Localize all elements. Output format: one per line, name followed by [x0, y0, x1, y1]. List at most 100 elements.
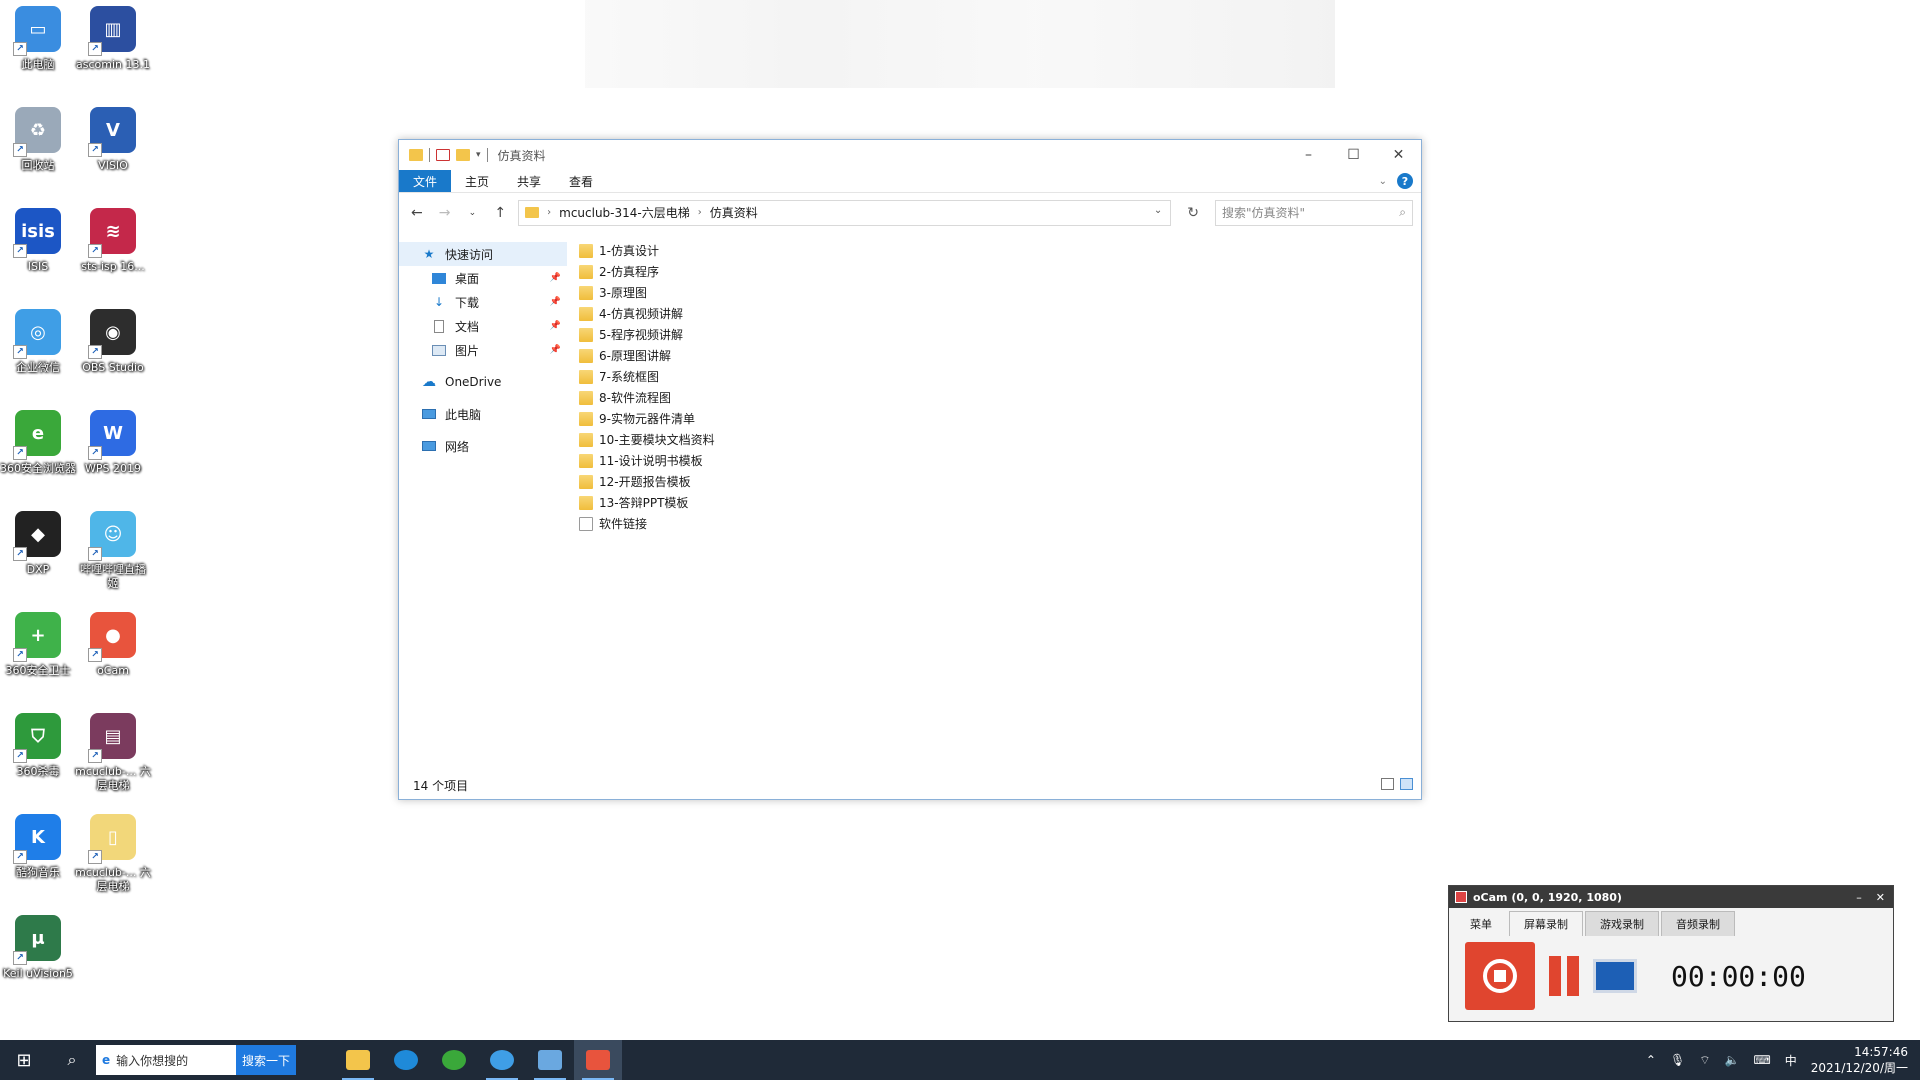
desktop-shortcut[interactable]: ♻ 回收站 [0, 107, 76, 173]
desktop-shortcut[interactable]: ▥ ascomin 13.1 [75, 6, 151, 72]
taskbar-ocam[interactable] [574, 1040, 623, 1080]
breadcrumb-item[interactable]: 仿真资料 [710, 204, 758, 221]
file-row[interactable]: 13-答辩PPT模板 [579, 492, 1409, 513]
taskbar-edge[interactable] [382, 1040, 430, 1080]
desktop-shortcut[interactable]: K 酷狗音乐 [0, 814, 76, 880]
nav-item-downloads[interactable]: ↓ 下载 📌 [399, 290, 567, 314]
expand-ribbon-icon[interactable]: ⌄ [1379, 176, 1387, 187]
microphone-icon[interactable]: 🎙 [1670, 1053, 1685, 1067]
desktop-shortcut[interactable]: ▤mcuclub-... 六层电梯 [75, 713, 151, 793]
folder-icon [579, 474, 593, 489]
taskbar-search-input[interactable]: e 输入你想搜的 [96, 1045, 236, 1075]
ocam-menu-tab[interactable]: 菜单 [1455, 911, 1507, 936]
large-icons-view-icon[interactable] [1400, 778, 1413, 790]
capture-screen-button[interactable] [1593, 959, 1637, 993]
minimize-button[interactable]: – [1286, 140, 1331, 170]
desktop-shortcut[interactable]: ◎ 企业微信 [0, 309, 76, 375]
recent-locations-icon[interactable]: ⌄ [463, 208, 483, 218]
nav-item-desktop[interactable]: 桌面 📌 [399, 266, 567, 290]
desktop-shortcut[interactable]: ▭ 此电脑 [0, 6, 76, 72]
network-icon[interactable]: ⌔ [1699, 1053, 1710, 1068]
file-row[interactable]: 7-系统框图 [579, 366, 1409, 387]
maximize-button[interactable]: ☐ [1331, 140, 1376, 170]
close-button[interactable]: ✕ [1376, 140, 1421, 170]
search-icon[interactable]: ⌕ [48, 1050, 96, 1070]
taskbar-search-button[interactable]: 搜索一下 [236, 1045, 297, 1075]
desktop-shortcut[interactable]: ≋ sts-isp 16... [75, 208, 151, 274]
nav-item-this-pc[interactable]: 此电脑 [399, 402, 567, 426]
file-row[interactable]: 8-软件流程图 [579, 387, 1409, 408]
chevron-right-icon[interactable]: › [547, 207, 551, 218]
shortcut-icon: ▭ [13, 6, 61, 56]
ribbon-tab[interactable]: 共享 [503, 170, 555, 192]
desktop-shortcut[interactable]: W WPS 2019 [75, 410, 151, 476]
desktop-shortcut[interactable]: ▯mcuclub-... 六层电梯 [75, 814, 151, 894]
stop-record-button[interactable] [1465, 942, 1535, 1010]
search-input[interactable]: 搜索"仿真资料" ⌕ [1214, 199, 1413, 226]
nav-item-pictures[interactable]: 图片 📌 [399, 338, 567, 362]
desktop-shortcut[interactable]: isis ISIS [0, 208, 76, 274]
taskbar-file-explorer[interactable] [334, 1040, 382, 1080]
keyboard-icon[interactable]: ⌨ [1753, 1053, 1770, 1067]
ocam-tab-game-record[interactable]: 游戏录制 [1585, 911, 1659, 936]
close-button[interactable]: ✕ [1876, 891, 1885, 904]
chevron-up-icon[interactable]: ⌃ [1646, 1053, 1656, 1067]
address-bar[interactable]: › mcuclub-314-六层电梯 › 仿真资料 ⌄ [518, 199, 1172, 226]
chevron-right-icon[interactable]: › [698, 207, 702, 218]
folder-icon [525, 207, 540, 218]
ribbon-tab[interactable]: 文件 [399, 170, 452, 192]
desktop-shortcut[interactable]: ☺哔哩哔哩直播姬 [75, 511, 151, 591]
forward-button[interactable]: → [435, 205, 455, 221]
breadcrumb-item[interactable]: mcuclub-314-六层电梯 [559, 204, 690, 221]
taskbar-360-browser[interactable] [430, 1040, 478, 1080]
clock[interactable]: 14:57:46 2021/12/20/周一 [1811, 1044, 1908, 1076]
desktop-shortcut[interactable]: V VISIO [75, 107, 151, 173]
refresh-icon[interactable]: ↻ [1179, 205, 1207, 221]
ocam-tab-audio-record[interactable]: 音频录制 [1661, 911, 1735, 936]
desktop-shortcut[interactable]: ◉ OBS Studio [75, 309, 151, 375]
file-row[interactable]: 4-仿真视频讲解 [579, 303, 1409, 324]
file-row[interactable]: 12-开题报告模板 [579, 471, 1409, 492]
new-folder-icon[interactable] [456, 149, 470, 161]
chevron-down-icon[interactable]: ⌄ [1154, 205, 1162, 216]
file-row[interactable]: 1-仿真设计 [579, 240, 1409, 261]
ime-indicator[interactable]: 中 [1785, 1052, 1797, 1069]
desktop-shortcut[interactable]: e 360安全浏览器 [0, 410, 76, 476]
desktop-shortcut[interactable]: μ Keil uVision5 [0, 915, 76, 981]
file-row[interactable]: 9-实物元器件清单 [579, 408, 1409, 429]
file-row[interactable]: 3-原理图 [579, 282, 1409, 303]
file-row[interactable]: 软件链接 [579, 513, 1409, 534]
ribbon-tab[interactable]: 主页 [451, 170, 503, 192]
folder-icon [579, 327, 593, 342]
windows-start-icon[interactable]: ⊞ [0, 1040, 48, 1080]
ribbon-tab[interactable]: 查看 [555, 170, 607, 192]
desktop-shortcut[interactable]: ● oCam [75, 612, 151, 678]
desktop-shortcut[interactable]: ◆ DXP [0, 511, 76, 577]
nav-quick-access[interactable]: ★ 快速访问 [399, 242, 567, 266]
file-row[interactable]: 6-原理图讲解 [579, 345, 1409, 366]
file-row[interactable]: 10-主要模块文档资料 [579, 429, 1409, 450]
taskbar-wecom[interactable] [478, 1040, 526, 1080]
file-row[interactable]: 5-程序视频讲解 [579, 324, 1409, 345]
back-button[interactable]: ← [407, 205, 427, 221]
up-button[interactable]: ↑ [490, 205, 510, 221]
file-row[interactable]: 11-设计说明书模板 [579, 450, 1409, 471]
desktop-shortcut[interactable]: ⛉ 360杀毒 [0, 713, 76, 779]
help-icon[interactable]: ? [1397, 173, 1413, 189]
file-row[interactable]: 2-仿真程序 [579, 261, 1409, 282]
desktop-shortcut[interactable]: +360安全卫士 [0, 612, 76, 678]
properties-icon[interactable] [436, 149, 450, 161]
minimize-button[interactable]: – [1856, 891, 1862, 904]
vertical-scrollbar[interactable] [1409, 232, 1421, 771]
pause-button[interactable] [1549, 956, 1579, 996]
volume-icon[interactable]: 🔈 [1724, 1053, 1739, 1067]
ocam-tab-screen-record[interactable]: 屏幕录制 [1509, 911, 1583, 936]
details-view-icon[interactable] [1381, 778, 1394, 790]
title-bar[interactable]: ▾ 仿真资料 – ☐ ✕ [399, 140, 1421, 170]
taskbar-isis[interactable] [526, 1040, 574, 1080]
customize-toolbar-icon[interactable]: ▾ [476, 150, 481, 160]
ocam-title-bar[interactable]: oCam (0, 0, 1920, 1080) – ✕ [1449, 886, 1893, 908]
nav-item-network[interactable]: 网络 [399, 434, 567, 458]
nav-item-documents[interactable]: 文档 📌 [399, 314, 567, 338]
nav-item-onedrive[interactable]: ☁ OneDrive [399, 370, 567, 394]
